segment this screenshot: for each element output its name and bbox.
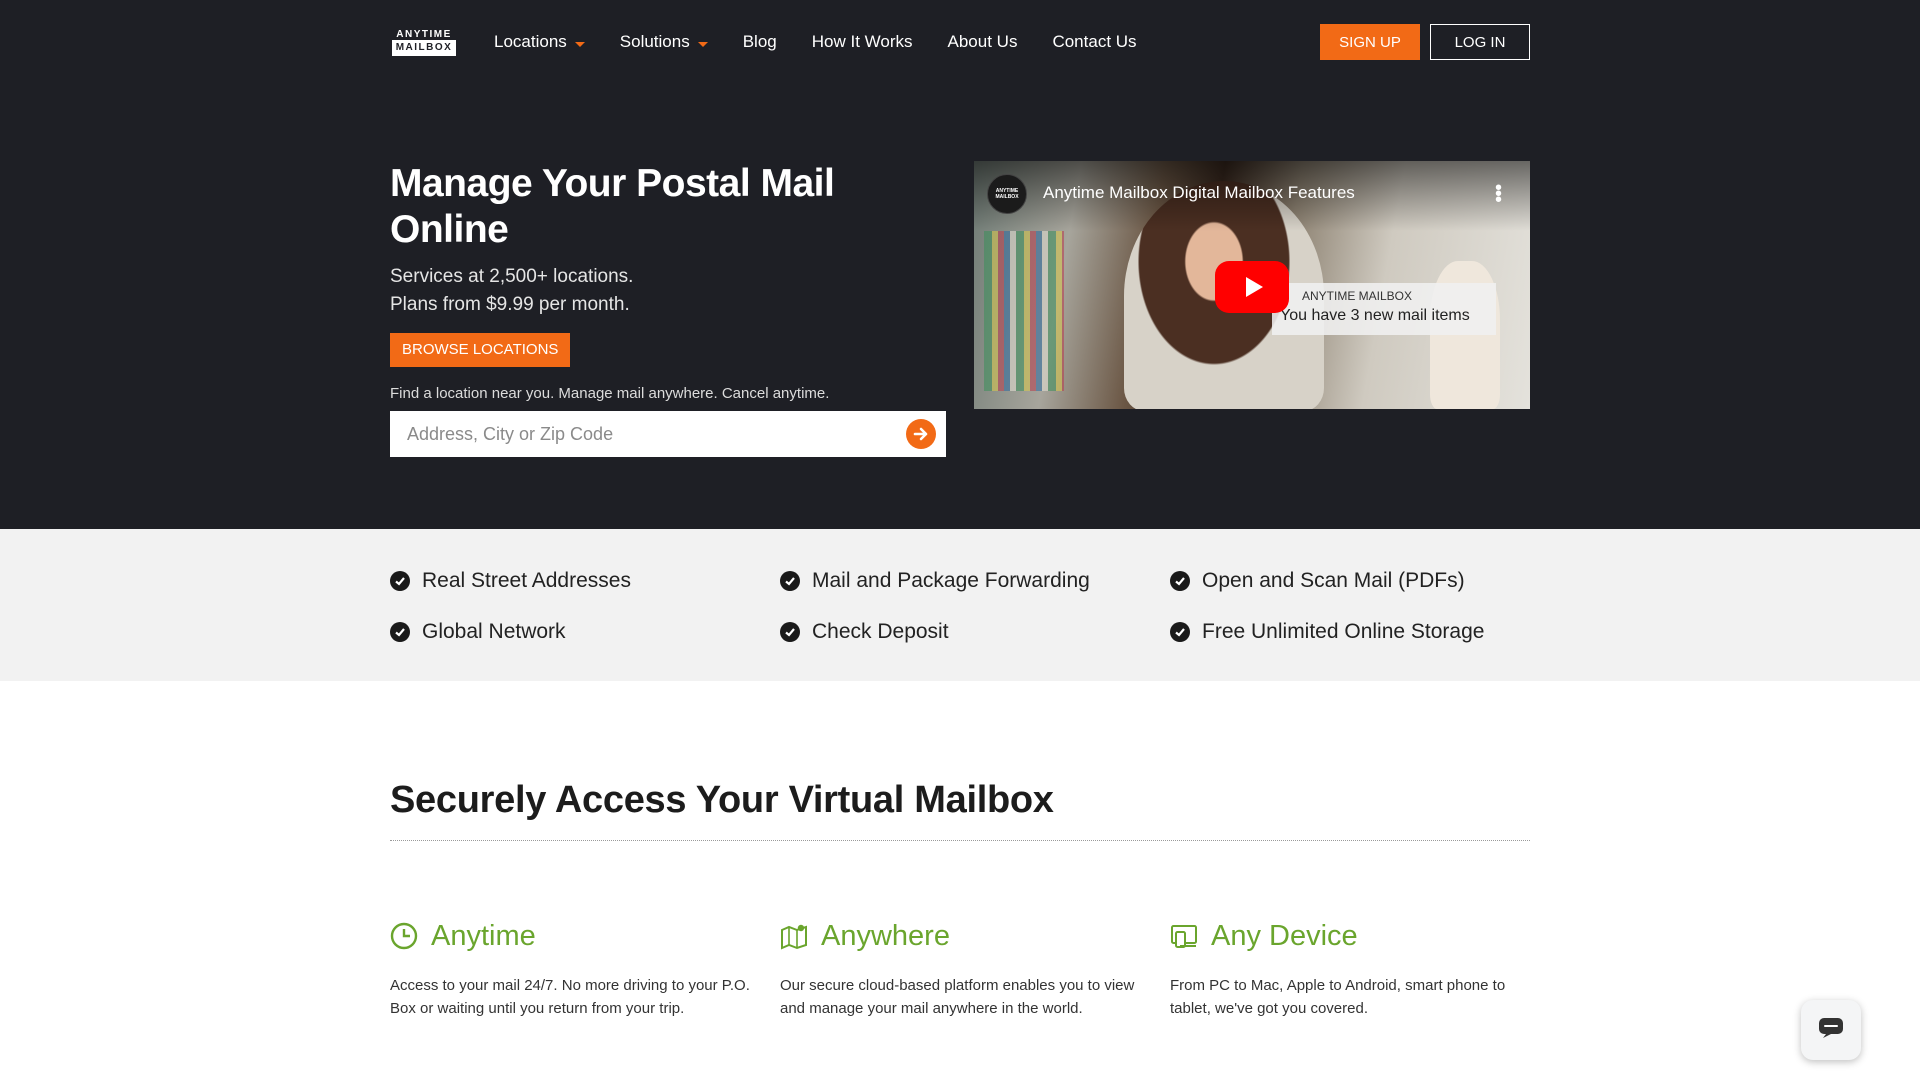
nav-blog[interactable]: Blog [743, 32, 777, 52]
check-circle-icon [1170, 622, 1190, 642]
feature-item: Global Network [390, 620, 780, 644]
section-title: Securely Access Your Virtual Mailbox [390, 778, 1530, 841]
chat-widget-button[interactable] [1801, 1000, 1861, 1060]
features-strip: Real Street Addresses Mail and Package F… [0, 529, 1920, 681]
check-circle-icon [780, 571, 800, 591]
arrow-right-icon[interactable] [906, 419, 936, 449]
secure-access-section: Securely Access Your Virtual Mailbox Any… [0, 681, 1920, 1020]
sign-up-button[interactable]: SIGN UP [1320, 24, 1420, 60]
benefit-anytime: Anytime Access to your mail 24/7. No mor… [390, 919, 750, 1018]
map-icon [780, 922, 808, 950]
chevron-down-icon [697, 41, 708, 47]
feature-item: Real Street Addresses [390, 569, 780, 593]
site-logo[interactable]: ANYTIME MAILBOX [390, 25, 458, 59]
find-location-text: Find a location near you. Manage mail an… [390, 385, 830, 402]
hero-subtitle: Services at 2,500+ locations. Plans from… [390, 266, 634, 315]
video-notification-overlay: ANYTIME MAILBOX You have 3 new mail item… [1272, 283, 1496, 335]
browse-locations-button[interactable]: BROWSE LOCATIONS [390, 333, 571, 367]
feature-item: Free Unlimited Online Storage [1170, 620, 1530, 644]
devices-icon [1170, 922, 1198, 950]
benefit-anywhere: Anywhere Our secure cloud-based platform… [780, 919, 1135, 1018]
nav-contact-us[interactable]: Contact Us [1052, 32, 1136, 52]
page-title: Manage Your Postal Mail Online [390, 162, 835, 251]
chat-bubble-icon [1818, 1017, 1844, 1044]
video-title[interactable]: Anytime Mailbox Digital Mailbox Features [1043, 183, 1355, 203]
check-circle-icon [390, 571, 410, 591]
video-player[interactable]: ANYTIME MAILBOX Anytime Mailbox Digital M… [974, 161, 1530, 409]
nav-about-us[interactable]: About Us [948, 32, 1018, 52]
check-circle-icon [780, 622, 800, 642]
benefit-any-device: Any Device From PC to Mac, Apple to Andr… [1170, 919, 1506, 1018]
feature-item: Check Deposit [780, 620, 1170, 644]
nav-how-it-works[interactable]: How It Works [812, 32, 913, 52]
nav-solutions[interactable]: Solutions [620, 32, 708, 52]
nav-locations[interactable]: Locations [494, 32, 585, 52]
channel-avatar[interactable]: ANYTIME MAILBOX [987, 174, 1027, 214]
log-in-button[interactable]: LOG IN [1430, 24, 1530, 60]
video-thumbnail-threads [984, 231, 1064, 391]
chevron-down-icon [574, 41, 585, 47]
top-nav: ANYTIME MAILBOX Locations Solutions Blog… [390, 0, 1530, 84]
hero-section: ANYTIME MAILBOX Locations Solutions Blog… [0, 0, 1920, 529]
feature-item: Open and Scan Mail (PDFs) [1170, 569, 1530, 593]
check-circle-icon [390, 622, 410, 642]
feature-item: Mail and Package Forwarding [780, 569, 1170, 593]
search-input[interactable] [390, 411, 946, 457]
more-vert-icon[interactable]: • • • [1495, 178, 1502, 210]
play-button-icon[interactable] [1215, 261, 1289, 313]
location-search [390, 411, 946, 457]
clock-icon [390, 922, 418, 950]
check-circle-icon [1170, 571, 1190, 591]
